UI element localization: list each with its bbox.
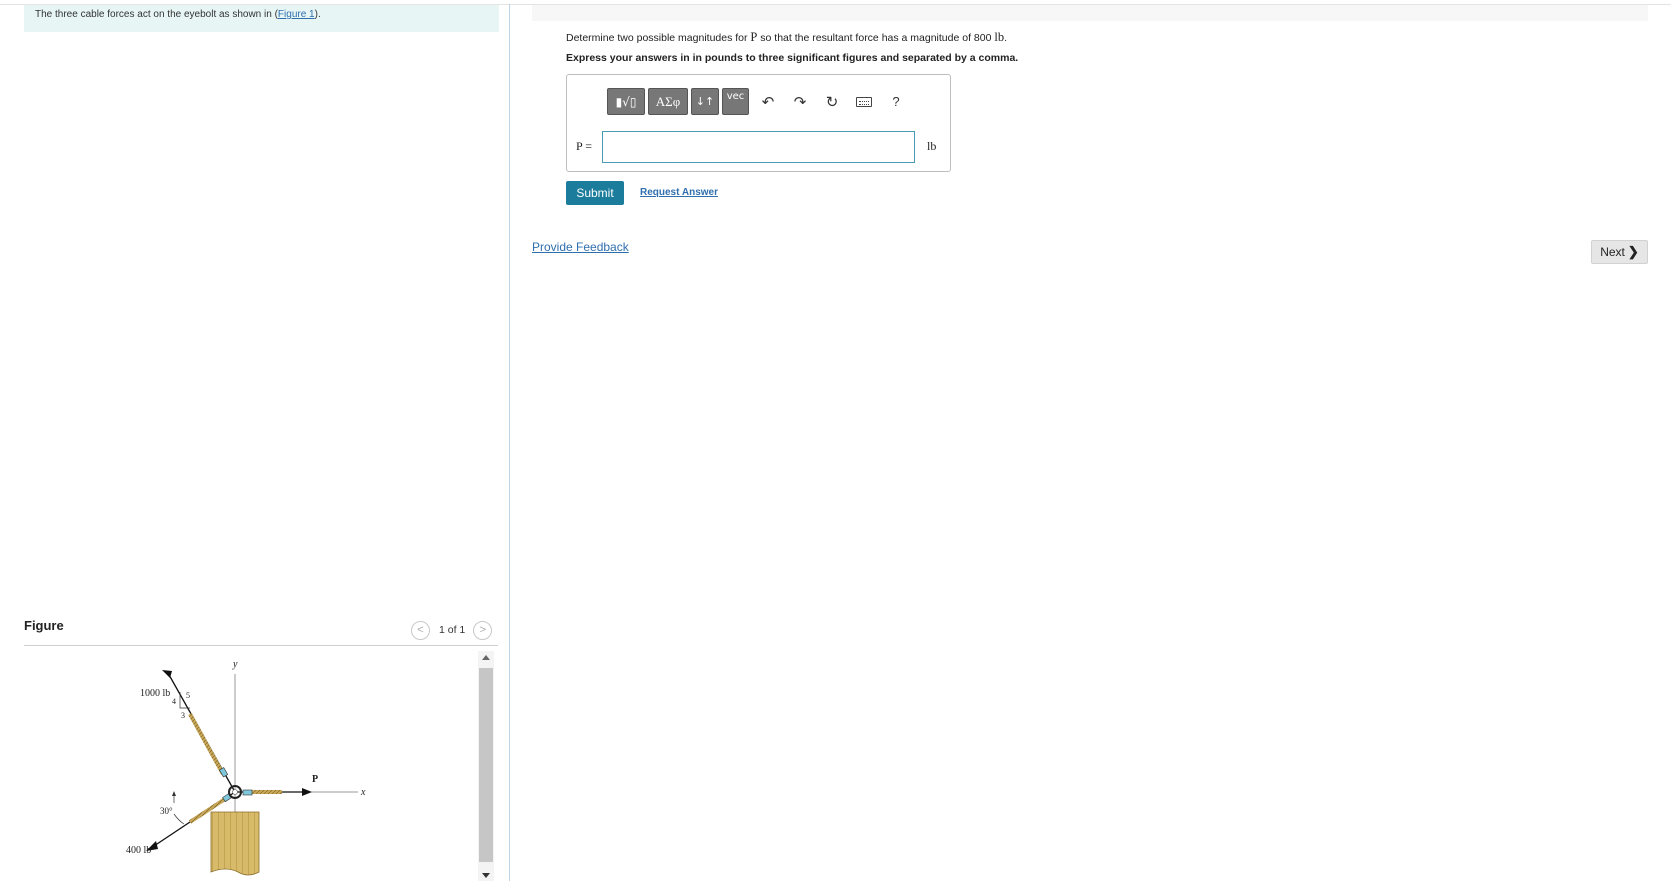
request-answer-link[interactable]: Request Answer [640, 187, 718, 198]
left-pane: The three cable forces act on the eyebol… [0, 0, 508, 881]
subscript-superscript-button[interactable]: ↓↑ [691, 88, 719, 115]
eyebolt-center [232, 789, 238, 795]
chevron-right-icon: ❯ [1627, 244, 1639, 259]
question-unit-symbol: lb [994, 30, 1005, 44]
answer-instruction: Express your answers in in pounds to thr… [566, 52, 1019, 64]
redo-icon[interactable]: ↷ [784, 88, 816, 115]
undo-icon[interactable]: ↶ [752, 88, 784, 115]
force-400-label: 400 lb [126, 845, 151, 856]
angle-reference-arrowhead [172, 791, 176, 796]
templates-button[interactable]: ▮√▯ [607, 88, 645, 115]
angle-arc [173, 813, 185, 825]
submit-button[interactable]: Submit [566, 181, 624, 205]
problem-intro: The three cable forces act on the eyebol… [24, 5, 499, 32]
question-text-middle: so that the resultant force has a magnit… [757, 32, 995, 44]
scroll-down-arrow[interactable] [482, 873, 490, 878]
force-1000-label: 1000 lb [140, 688, 170, 699]
scroll-up-arrow[interactable] [482, 655, 490, 660]
figure-title: Figure [24, 618, 64, 633]
next-button[interactable]: Next ❯ [1591, 240, 1648, 264]
pane-divider [509, 4, 510, 881]
provide-feedback-link[interactable]: Provide Feedback [532, 240, 629, 254]
help-button[interactable]: ? [880, 88, 912, 115]
answer-input[interactable] [602, 131, 915, 163]
figure-divider [24, 645, 498, 646]
next-figure-button[interactable]: > [473, 620, 493, 640]
intro-text: The three cable forces act on the eyebol… [35, 9, 278, 20]
question-text-start: Determine two possible magnitudes for [566, 32, 751, 44]
prev-figure-button[interactable]: < [411, 620, 430, 640]
force-p-label: P [312, 774, 318, 785]
x-axis-label: x [360, 787, 366, 798]
next-button-label: Next [1600, 245, 1625, 259]
wood-post [210, 811, 260, 876]
figure-link[interactable]: Figure 1 [278, 9, 315, 20]
angle-label: 30° [160, 806, 173, 816]
answer-variable-label: P = [576, 139, 592, 153]
eyebolt-figure: y x 1000 lb 4 5 3 400 lb 30° P [126, 659, 366, 876]
force-p-arrowhead [302, 788, 312, 796]
rope-clamp-right [242, 789, 253, 796]
answer-box: ▮√▯ ΑΣφ ↓↑ vec ↶ ↷ ↻ ? P = lb [566, 74, 951, 172]
question-text: Determine two possible magnitudes for P … [566, 30, 1007, 45]
keyboard-icon [856, 96, 872, 107]
math-toolbar: ▮√▯ ΑΣφ ↓↑ vec ↶ ↷ ↻ ? [607, 88, 912, 115]
intro-text-end: ). [314, 9, 321, 20]
reset-icon[interactable]: ↻ [816, 88, 848, 115]
slope-label-4: 4 [172, 697, 176, 706]
part-header-band [532, 5, 1648, 21]
slope-label-3: 3 [181, 711, 185, 720]
vector-button[interactable]: vec [722, 88, 749, 115]
scroll-thumb[interactable] [479, 668, 493, 862]
figure-page-count: 1 of 1 [439, 624, 466, 636]
slope-label-5: 5 [186, 691, 190, 700]
figure-pager: < 1 of 1 > [411, 620, 493, 640]
greek-symbols-button[interactable]: ΑΣφ [648, 88, 688, 115]
rope-upper [188, 713, 225, 775]
keyboard-shortcuts-button[interactable] [848, 88, 880, 115]
figure-scrollbar[interactable] [478, 651, 494, 881]
answer-unit: lb [927, 139, 937, 153]
y-axis-label: y [232, 659, 238, 670]
question-text-end: . [1004, 32, 1008, 44]
